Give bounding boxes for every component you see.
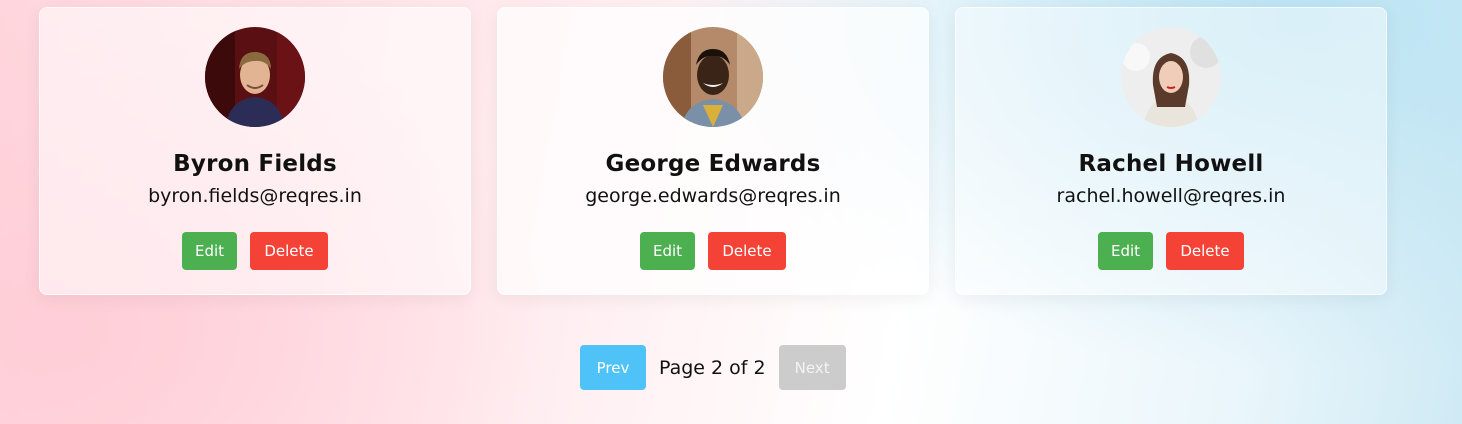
edit-button[interactable]: Edit xyxy=(1098,232,1153,270)
user-email: byron.fields@reqres.in xyxy=(148,185,362,207)
delete-button[interactable]: Delete xyxy=(708,232,786,270)
user-name: Byron Fields xyxy=(173,151,337,177)
page-indicator: Page 2 of 2 xyxy=(659,356,766,379)
edit-button[interactable]: Edit xyxy=(640,232,695,270)
user-card: Rachel Howell rachel.howell@reqres.in Ed… xyxy=(955,7,1387,295)
user-name: Rachel Howell xyxy=(1078,151,1264,177)
user-card: George Edwards george.edwards@reqres.in … xyxy=(497,7,929,295)
delete-button[interactable]: Delete xyxy=(250,232,328,270)
card-actions: Edit Delete xyxy=(40,232,470,270)
prev-button[interactable]: Prev xyxy=(580,345,646,390)
pagination: Prev Page 2 of 2 Next xyxy=(580,345,846,390)
user-email: george.edwards@reqres.in xyxy=(585,185,841,207)
next-button[interactable]: Next xyxy=(778,345,846,390)
avatar xyxy=(1121,27,1221,127)
card-actions: Edit Delete xyxy=(498,232,928,270)
delete-button[interactable]: Delete xyxy=(1166,232,1244,270)
card-actions: Edit Delete xyxy=(956,232,1386,270)
avatar xyxy=(663,27,763,127)
edit-button[interactable]: Edit xyxy=(182,232,237,270)
user-name: George Edwards xyxy=(605,151,821,177)
user-email: rachel.howell@reqres.in xyxy=(1056,185,1286,207)
user-card: Byron Fields byron.fields@reqres.in Edit… xyxy=(39,7,471,295)
avatar xyxy=(205,27,305,127)
